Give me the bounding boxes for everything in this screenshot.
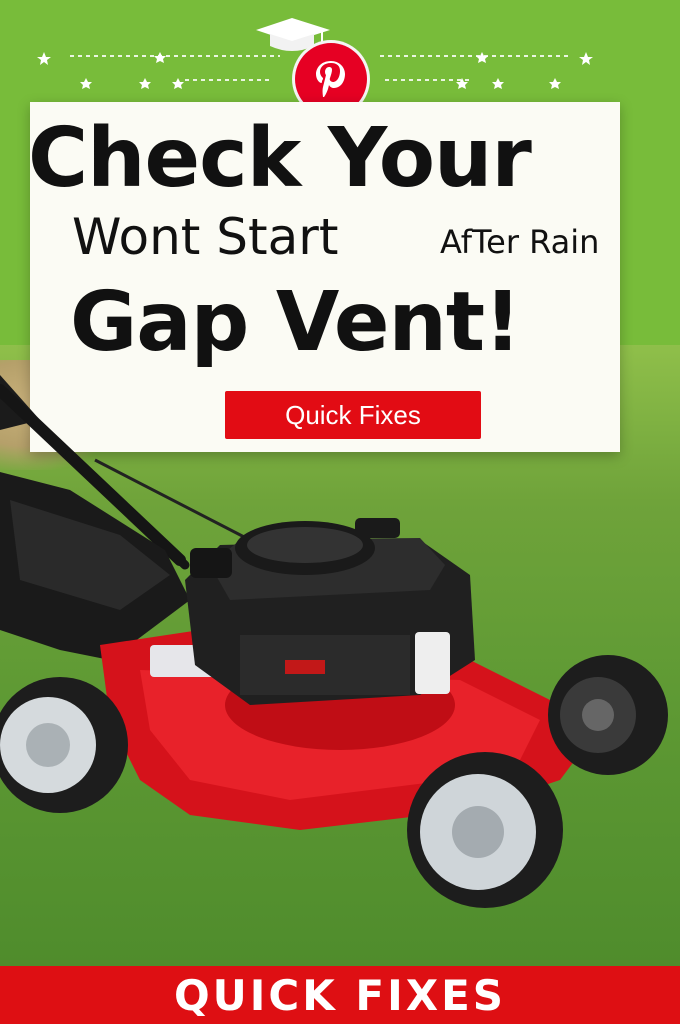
pin-graphic: Check Your Wont Start AfTer Rain Gap Ven… xyxy=(0,0,680,1024)
headline-line-1: Check Your xyxy=(28,111,532,206)
quick-fixes-footer-banner: QUICK FIXES xyxy=(0,966,680,1024)
lawn-mower-image xyxy=(0,375,668,908)
headline-line-2: Wont Start xyxy=(72,208,339,266)
headline-line-3: Gap Vent! xyxy=(70,275,521,370)
headline-line-2-suffix: AfTer Rain xyxy=(440,223,600,261)
pinterest-icon xyxy=(316,61,345,97)
